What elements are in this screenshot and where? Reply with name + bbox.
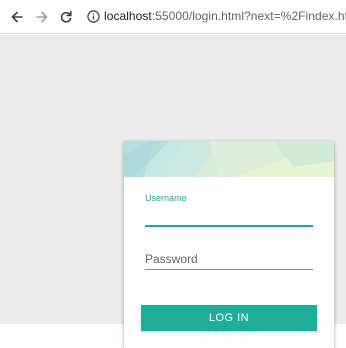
reload-icon [60, 11, 72, 23]
forward-button[interactable] [31, 6, 53, 28]
arrow-right-icon [36, 11, 48, 23]
password-underline [145, 269, 313, 270]
password-field [145, 249, 313, 270]
page-background: Username LOG IN [0, 35, 346, 348]
username-underline [145, 225, 313, 227]
browser-toolbar: localhost:55000/login.html?next=%2Findex… [0, 0, 346, 34]
username-label: Username [145, 193, 187, 203]
url-path: :55000/login.html?next=%2Findex.html [151, 9, 346, 23]
username-field: Username [145, 193, 313, 227]
back-button[interactable] [6, 6, 28, 28]
username-input[interactable] [145, 205, 313, 225]
reload-button[interactable] [55, 6, 77, 28]
login-button[interactable]: LOG IN [141, 305, 317, 331]
info-icon[interactable] [87, 10, 100, 23]
address-bar[interactable]: localhost:55000/login.html?next=%2Findex… [104, 9, 346, 23]
login-card: Username LOG IN [124, 141, 334, 348]
password-input[interactable] [145, 249, 313, 269]
url-host: localhost [104, 9, 152, 23]
arrow-left-icon [11, 11, 23, 23]
card-banner [124, 141, 334, 177]
